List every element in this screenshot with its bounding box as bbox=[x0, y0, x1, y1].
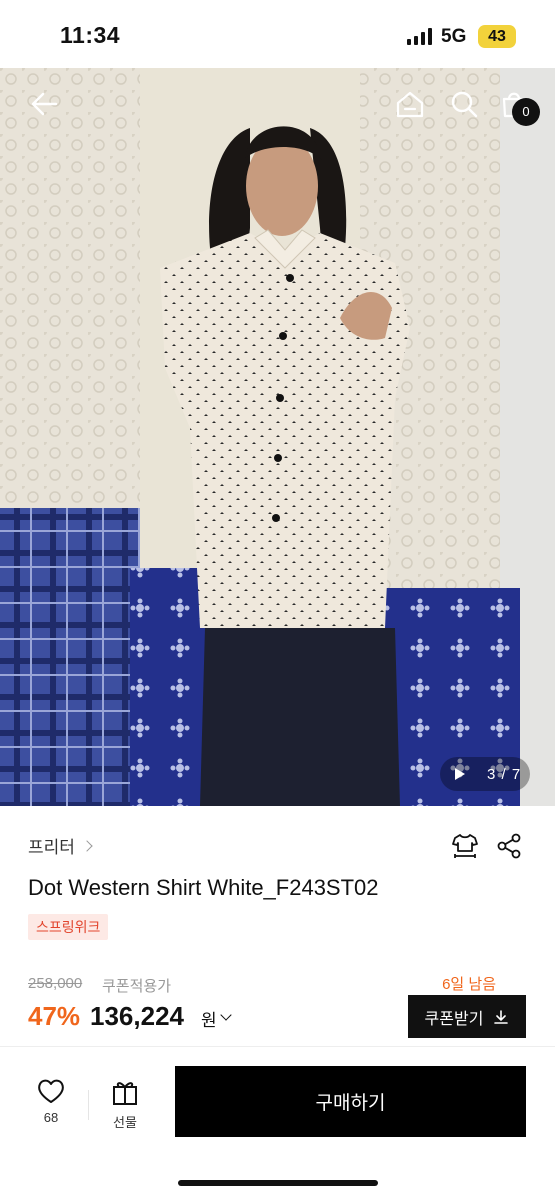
brand-name: 프리터 bbox=[28, 838, 75, 857]
gift-button[interactable]: 선물 bbox=[102, 1078, 148, 1134]
buy-label: 구매하기 bbox=[315, 1093, 386, 1114]
currency-unit: 원 bbox=[201, 1011, 217, 1030]
product-photo bbox=[0, 68, 555, 806]
share-icon bbox=[497, 833, 521, 859]
product-image-carousel[interactable]: 0 3 / 7 bbox=[0, 68, 555, 806]
gift-label: 선물 bbox=[113, 1115, 137, 1130]
heart-icon bbox=[38, 1079, 64, 1103]
get-coupon-label: 쿠폰받기 bbox=[424, 1010, 484, 1028]
share-button[interactable] bbox=[492, 829, 526, 863]
size-guide-shirt-icon bbox=[452, 834, 478, 858]
divider bbox=[0, 1046, 555, 1047]
play-icon[interactable] bbox=[455, 768, 465, 780]
sale-price: 136,224 bbox=[90, 1001, 184, 1031]
home-icon bbox=[396, 91, 424, 118]
get-coupon-button[interactable]: 쿠폰받기 bbox=[408, 995, 526, 1038]
status-time: 11:34 bbox=[60, 22, 121, 48]
gift-icon bbox=[113, 1082, 137, 1105]
search-button[interactable] bbox=[446, 86, 482, 122]
home-button[interactable] bbox=[392, 86, 428, 122]
like-button[interactable]: 68 bbox=[28, 1078, 74, 1134]
chevron-right-icon bbox=[81, 840, 93, 852]
search-icon bbox=[451, 91, 478, 118]
product-name: Dot Western Shirt White_F243ST02 bbox=[28, 875, 379, 900]
brand-link[interactable]: 프리터 bbox=[28, 833, 93, 858]
promo-badge: 스프링위크 bbox=[28, 914, 109, 940]
slide-counter[interactable]: 3 / 7 bbox=[440, 757, 530, 791]
buy-button[interactable]: 구매하기 bbox=[175, 1066, 526, 1137]
home-indicator bbox=[178, 1180, 378, 1186]
battery-level: 43 bbox=[488, 28, 506, 45]
chevron-down-icon[interactable] bbox=[220, 1009, 232, 1021]
bar-separator bbox=[88, 1090, 89, 1120]
status-bar: 11:34 5G 43 bbox=[0, 0, 555, 68]
coupon-price-label: 쿠폰적용가 bbox=[102, 978, 172, 995]
network-type: 5G bbox=[441, 26, 467, 47]
back-button[interactable] bbox=[24, 86, 64, 122]
download-icon bbox=[494, 1009, 509, 1024]
arrow-left-icon bbox=[31, 92, 58, 116]
discount-rate: 47% bbox=[28, 1001, 81, 1031]
original-price: 258,000 bbox=[28, 975, 83, 992]
like-count: 68 bbox=[43, 1110, 59, 1125]
signal-icon bbox=[407, 28, 432, 45]
days-left: 6일 남음 bbox=[442, 976, 496, 993]
battery-icon: 43 bbox=[478, 25, 516, 48]
slide-counter-text: 3 / 7 bbox=[487, 765, 522, 783]
size-guide-button[interactable] bbox=[448, 829, 482, 863]
cart-count-badge: 0 bbox=[512, 98, 540, 126]
